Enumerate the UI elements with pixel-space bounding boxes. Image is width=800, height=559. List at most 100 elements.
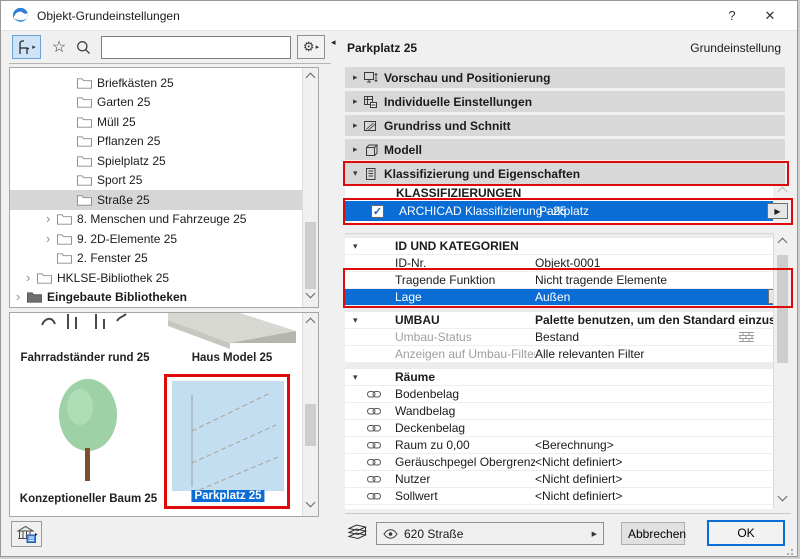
property-row[interactable]: Deckenbelag [345, 420, 773, 437]
thumb-label-selected[interactable]: Parkplatz 25 [191, 490, 264, 502]
thumb-fahrradstaender-image[interactable] [38, 313, 133, 332]
property-row[interactable]: ▾ Räume [345, 369, 773, 386]
expand-arrow-icon[interactable]: › [16, 292, 27, 302]
property-row[interactable]: Wandbelag [345, 403, 773, 420]
section-bar[interactable]: ▸ Modell [345, 139, 785, 160]
favorites-button[interactable]: ☆ [48, 37, 70, 57]
classification-value: Parkplatz [539, 204, 589, 218]
ok-button[interactable]: OK [707, 520, 785, 546]
title-bar[interactable]: Objekt-Grundeinstellungen [1, 1, 797, 31]
tree-item[interactable]: › HKLSE-Bibliothek 25 [10, 268, 302, 288]
tree-item-label: Garten 25 [97, 95, 150, 109]
property-row[interactable]: Umbau-Status Bestand [345, 329, 773, 346]
tree-item-label: Pflanzen 25 [97, 134, 160, 148]
thumb-label[interactable]: Fahrradständer rund 25 [15, 352, 155, 364]
property-row[interactable]: Geräuschpegel Obergrenze <Nicht definier… [345, 454, 773, 471]
folder-icon [77, 194, 95, 206]
settings-menu-button[interactable]: ⚙ ▸ [297, 35, 325, 59]
help-button[interactable]: ? [717, 5, 747, 27]
scroll-up-icon[interactable] [306, 318, 316, 328]
object-type-button[interactable]: ▸ [12, 35, 41, 59]
link-icon [367, 458, 395, 467]
panel-collapse-icon[interactable]: ◂ [331, 37, 336, 48]
section-bar[interactable]: ▸ Grundriss und Schnitt [345, 115, 785, 136]
expand-arrow-icon[interactable]: › [46, 234, 57, 244]
property-row[interactable]: Raum zu 0,00 <Berechnung> [345, 437, 773, 454]
property-row[interactable]: ▾ ID UND KATEGORIEN [345, 238, 773, 255]
classification-row[interactable]: ✓ ARCHICAD Klassifizierung - 25 Parkplat… [345, 201, 773, 221]
resize-grip[interactable] [786, 545, 794, 557]
checkbox-checked-icon[interactable]: ✓ [371, 205, 384, 218]
expand-arrow-icon[interactable]: › [46, 214, 57, 224]
collapse-arrow-icon[interactable]: ▾ [353, 372, 367, 383]
collapse-arrow-icon[interactable]: ▾ [353, 315, 367, 326]
property-row[interactable]: ID-Nr. Objekt-0001 [345, 255, 773, 272]
dropdown-arrow-icon: ▶ [592, 530, 597, 538]
scroll-up-icon[interactable] [306, 73, 316, 83]
scroll-down-icon[interactable] [778, 492, 788, 502]
search-input[interactable] [101, 36, 291, 59]
thumb-parkplatz-selected[interactable]: Parkplatz 25 [168, 377, 288, 507]
tree-item[interactable]: › Briefkästen 25 [10, 73, 302, 93]
section-label: Klassifizierung und Eigenschaften [384, 167, 580, 181]
section-label: Grundriss und Schnitt [384, 119, 511, 133]
search-button[interactable] [72, 37, 94, 57]
section-bar[interactable]: ▸ Individuelle Einstellungen [345, 91, 785, 112]
link-icon [367, 509, 395, 510]
classification-popup-button[interactable]: ▶ [767, 203, 788, 219]
section-bar[interactable]: ▸ Vorschau und Positionierung [345, 67, 785, 88]
property-label: Geräuschpegel Obergrenze [395, 455, 535, 469]
dropdown-arrow-icon: ▸ [316, 43, 320, 51]
property-label: ID UND KATEGORIEN [395, 239, 535, 253]
tree-item[interactable]: › 8. Menschen und Fahrzeuge 25 [10, 210, 302, 230]
tree-item[interactable]: › Pflanzen 25 [10, 132, 302, 152]
collapse-arrow-icon[interactable]: ▾ [353, 241, 367, 252]
tree-item[interactable]: › Müll 25 [10, 112, 302, 132]
scroll-down-icon[interactable] [306, 498, 316, 508]
tree-item[interactable]: › Eingebaute Bibliotheken [10, 288, 302, 308]
property-row[interactable]: Anzeigen auf Umbau-Filter Alle relevante… [345, 346, 773, 363]
thumb-label[interactable]: Haus Model 25 [162, 352, 302, 364]
thumb-haus-image[interactable] [168, 313, 296, 352]
scroll-down-icon[interactable] [306, 289, 316, 299]
preview-scrollbar[interactable] [302, 313, 318, 516]
property-label: Wandbelag [395, 404, 535, 418]
scroll-up-icon[interactable] [777, 238, 787, 248]
property-row[interactable]: Tragende Funktion Nicht tragende Element… [345, 272, 773, 289]
tree-item[interactable]: › Spielplatz 25 [10, 151, 302, 171]
link-icon [367, 492, 395, 501]
scrollbar-thumb[interactable] [305, 222, 316, 289]
layer-name: 620 Straße [404, 527, 463, 541]
property-row[interactable]: Sollwert <Nicht definiert> [345, 488, 773, 505]
tree-item[interactable]: › Straße 25 [10, 190, 302, 210]
settings-mode-label: Grundeinstellung [690, 41, 781, 55]
properties-scrollbar[interactable] [773, 233, 790, 509]
tree-item-label: Spielplatz 25 [97, 154, 166, 168]
close-button[interactable]: ✕ [755, 5, 785, 27]
scrollbar-thumb[interactable] [305, 404, 316, 446]
property-row[interactable]: ▾ UMBAU Palette benutzen, um den Standar… [345, 312, 773, 329]
section-bar[interactable]: ▾ Klassifizierung und Eigenschaften [345, 163, 785, 184]
scroll-up-icon[interactable] [777, 187, 787, 197]
thumb-baum-image[interactable] [52, 375, 124, 488]
property-row[interactable]: Lage Außen [345, 289, 773, 306]
cancel-button[interactable]: Abbrechen [621, 522, 685, 545]
property-row[interactable]: Nutzer <Nicht definiert> [345, 471, 773, 488]
tree-item[interactable]: › Sport 25 [10, 171, 302, 191]
expand-arrow-icon[interactable]: › [26, 273, 37, 283]
property-value: Nicht tragende Elemente [535, 273, 773, 287]
layer-selector[interactable]: 620 Straße ▶ [376, 522, 604, 545]
thumb-label[interactable]: Konzeptioneller Baum 25 [15, 493, 162, 505]
property-row[interactable] [345, 505, 773, 509]
tree-item[interactable]: › 9. 2D-Elemente 25 [10, 229, 302, 249]
tree-item[interactable]: › Garten 25 [10, 93, 302, 113]
property-label: Sollwert [395, 489, 535, 503]
tree-item-label: Müll 25 [97, 115, 136, 129]
tree-scrollbar[interactable] [302, 68, 318, 307]
scrollbar-thumb[interactable] [777, 255, 788, 363]
window-title: Objekt-Grundeinstellungen [37, 9, 180, 23]
tree-item-label: HKLSE-Bibliothek 25 [57, 271, 169, 285]
tree-item[interactable]: › 2. Fenster 25 [10, 249, 302, 269]
property-row[interactable]: Bodenbelag [345, 386, 773, 403]
library-manager-button[interactable] [11, 521, 42, 547]
